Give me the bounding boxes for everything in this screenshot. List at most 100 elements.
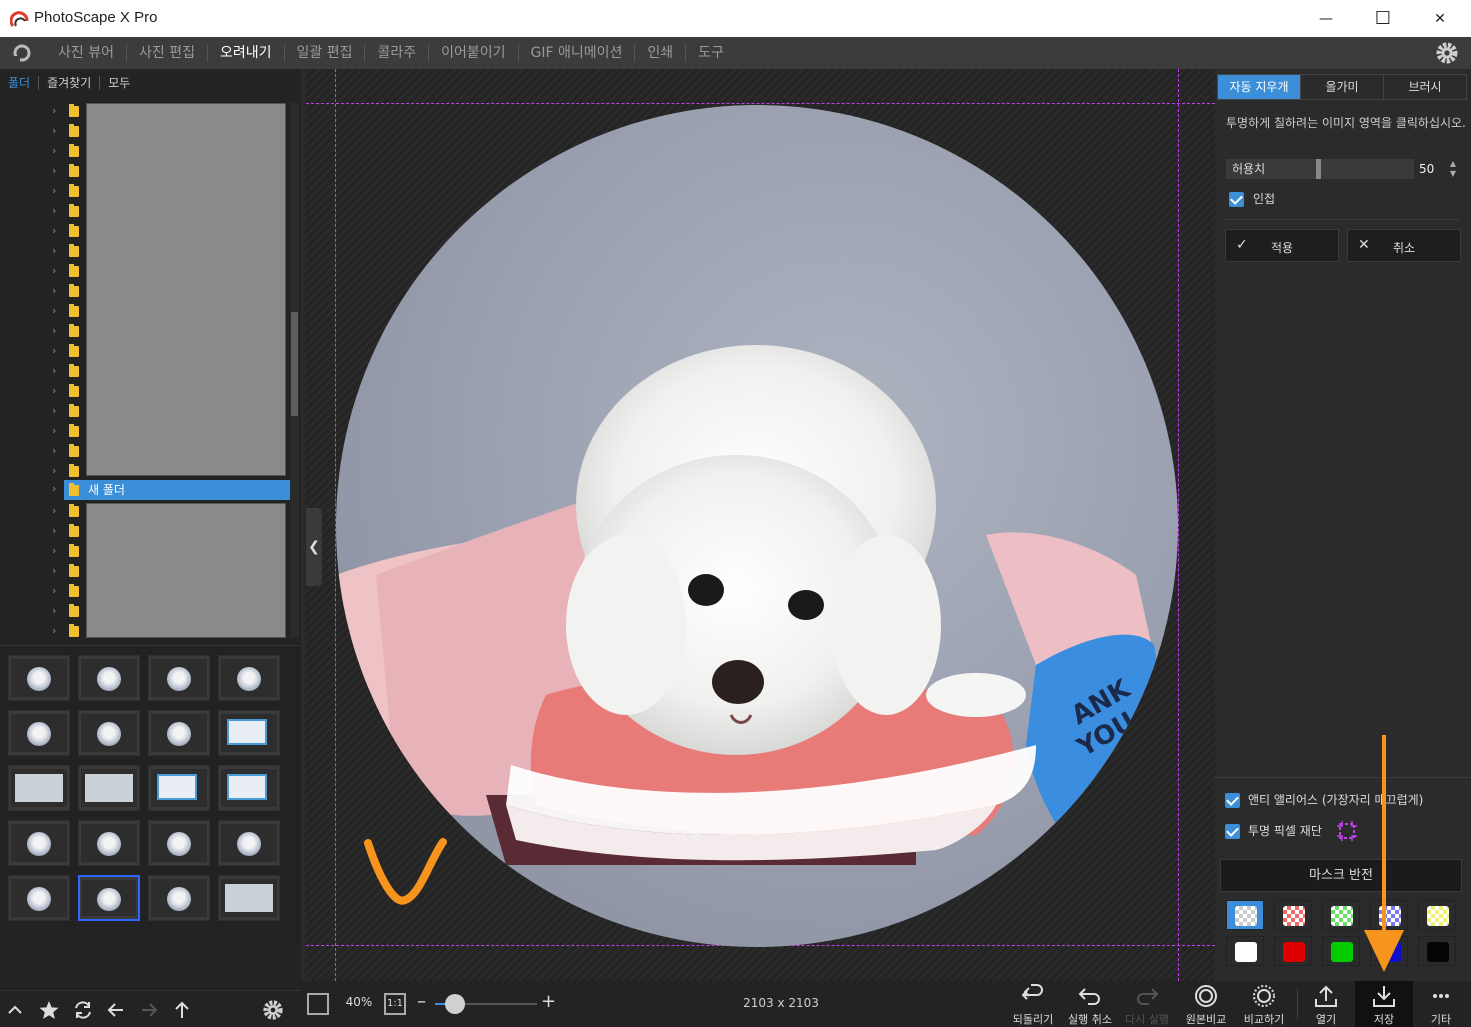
tree-item[interactable]: ›	[50, 261, 80, 281]
undo-button[interactable]: 실행 취소	[1061, 981, 1119, 1027]
image-thumbnail[interactable]	[78, 710, 140, 756]
tree-item[interactable]: ›	[50, 461, 80, 481]
swatch-white[interactable]	[1226, 936, 1264, 966]
chevron-right-icon[interactable]: ›	[52, 564, 56, 577]
image-thumbnail[interactable]	[8, 655, 70, 701]
image-thumbnail[interactable]	[148, 765, 210, 811]
chevron-right-icon[interactable]: ›	[52, 304, 56, 317]
image-thumbnail[interactable]	[148, 710, 210, 756]
favorite-star-icon[interactable]	[38, 999, 60, 1021]
tree-item[interactable]: ›	[50, 601, 80, 621]
cutout-tab-1[interactable]: 올가미	[1300, 75, 1383, 99]
tolerance-slider-handle[interactable]	[1316, 159, 1321, 179]
image-thumbnail[interactable]	[8, 820, 70, 866]
menu-item-2[interactable]: 오려내기	[206, 44, 284, 62]
cutout-tab-2[interactable]: 브러시	[1383, 75, 1466, 99]
refresh-icon[interactable]	[72, 999, 94, 1021]
swatch-blue[interactable]	[1370, 936, 1408, 966]
invert-mask-button[interactable]: 마스크 반전	[1220, 859, 1462, 892]
tree-item[interactable]: ›	[50, 561, 80, 581]
tree-item[interactable]: ›	[50, 281, 80, 301]
tree-item[interactable]: ›	[50, 381, 80, 401]
open-button[interactable]: 열기	[1297, 981, 1355, 1027]
menu-item-6[interactable]: GIF 애니메이션	[517, 44, 635, 62]
image-thumbnail[interactable]	[78, 765, 140, 811]
antialias-checkbox[interactable]	[1225, 793, 1240, 808]
zoom-percent[interactable]: 40%	[341, 995, 377, 1009]
home-logo-icon[interactable]	[10, 42, 34, 64]
image-thumbnail[interactable]	[78, 820, 140, 866]
menu-item-8[interactable]: 도구	[685, 44, 736, 62]
collapse-left-panel-button[interactable]: ❮	[306, 508, 322, 586]
zoom-in-icon[interactable]: +	[541, 991, 556, 1012]
compare-button[interactable]: 비교하기	[1235, 981, 1293, 1027]
image-thumbnail[interactable]	[218, 875, 280, 921]
chevron-right-icon[interactable]: ›	[52, 124, 56, 137]
zoom-out-icon[interactable]: –	[417, 991, 426, 1012]
image-thumbnail[interactable]	[148, 820, 210, 866]
browser-tab-0[interactable]: 폴더	[4, 76, 38, 90]
tree-item-selected[interactable]: 새 폴더	[64, 480, 290, 500]
chevron-right-icon[interactable]: ›	[52, 264, 56, 277]
forward-arrow-icon[interactable]	[138, 999, 160, 1021]
chevron-right-icon[interactable]: ›	[52, 524, 56, 537]
tree-item[interactable]: ›	[50, 221, 80, 241]
adjacent-checkbox[interactable]	[1229, 192, 1244, 207]
swatch-yellow-translucent[interactable]	[1418, 900, 1456, 930]
chevron-right-icon[interactable]: ›	[52, 464, 56, 477]
tree-item[interactable]: ›	[50, 241, 80, 261]
image-thumbnail[interactable]	[148, 655, 210, 701]
swatch-red[interactable]	[1274, 936, 1312, 966]
menu-item-1[interactable]: 사진 편집	[125, 44, 207, 62]
image-thumbnail[interactable]	[8, 710, 70, 756]
image-thumbnail[interactable]	[218, 655, 280, 701]
image-thumbnail[interactable]	[218, 765, 280, 811]
trim-transparent-checkbox[interactable]	[1225, 824, 1240, 839]
menu-item-0[interactable]: 사진 뷰어	[46, 44, 126, 62]
swatch-transparent[interactable]	[1226, 900, 1264, 930]
more-button[interactable]: 기타	[1412, 981, 1470, 1027]
settings-gear-icon[interactable]	[1435, 41, 1459, 65]
tree-item[interactable]: ›	[50, 121, 80, 141]
minimize-button[interactable]: —	[1297, 0, 1355, 37]
fit-screen-button[interactable]	[307, 993, 329, 1015]
cancel-button[interactable]: ✕ 취소	[1347, 229, 1461, 262]
close-button[interactable]: ✕	[1411, 0, 1469, 37]
chevron-right-icon[interactable]: ›	[52, 364, 56, 377]
image-thumbnail[interactable]	[8, 765, 70, 811]
tree-item[interactable]: ›	[50, 421, 80, 441]
tree-item[interactable]: ›	[50, 541, 80, 561]
menu-item-5[interactable]: 이어붙이기	[428, 44, 517, 62]
chevron-right-icon[interactable]: ›	[52, 144, 56, 157]
tree-item[interactable]: ›	[50, 341, 80, 361]
spin-down-icon[interactable]: ▼	[1450, 169, 1456, 178]
browser-tab-2[interactable]: 모두	[99, 76, 138, 90]
revert-button[interactable]: 되돌리기	[1004, 981, 1062, 1027]
tree-item[interactable]: ›	[50, 141, 80, 161]
tree-item[interactable]: ›	[50, 201, 80, 221]
tree-item[interactable]: ›	[50, 181, 80, 201]
chevron-right-icon[interactable]: ›	[52, 544, 56, 557]
compare-original-button[interactable]: 원본비교	[1177, 981, 1235, 1027]
apply-button[interactable]: ✓ 적용	[1225, 229, 1339, 262]
tree-item[interactable]: ›	[50, 361, 80, 381]
dog-photo-circle[interactable]: ANK YOU	[336, 105, 1178, 947]
image-thumbnail[interactable]	[218, 710, 280, 756]
chevron-right-icon[interactable]: ›	[52, 624, 56, 637]
swatch-green-translucent[interactable]	[1322, 900, 1360, 930]
tree-item[interactable]: ›	[50, 581, 80, 601]
maximize-button[interactable]: ☐	[1354, 0, 1412, 37]
swatch-black[interactable]	[1418, 936, 1456, 966]
back-arrow-icon[interactable]	[105, 999, 127, 1021]
chevron-right-icon[interactable]: ›	[52, 444, 56, 457]
browser-tab-1[interactable]: 즐겨찾기	[38, 76, 99, 90]
chevron-right-icon[interactable]: ›	[52, 344, 56, 357]
save-button[interactable]: 저장	[1355, 981, 1413, 1027]
swatch-blue-translucent[interactable]	[1370, 900, 1408, 930]
tolerance-spinner[interactable]: ▲ ▼	[1447, 159, 1459, 179]
menu-item-7[interactable]: 인쇄	[634, 44, 685, 62]
chevron-right-icon[interactable]: ›	[52, 482, 56, 495]
image-thumbnail[interactable]	[78, 875, 140, 921]
image-thumbnail[interactable]	[148, 875, 210, 921]
collapse-up-icon[interactable]	[4, 999, 26, 1021]
